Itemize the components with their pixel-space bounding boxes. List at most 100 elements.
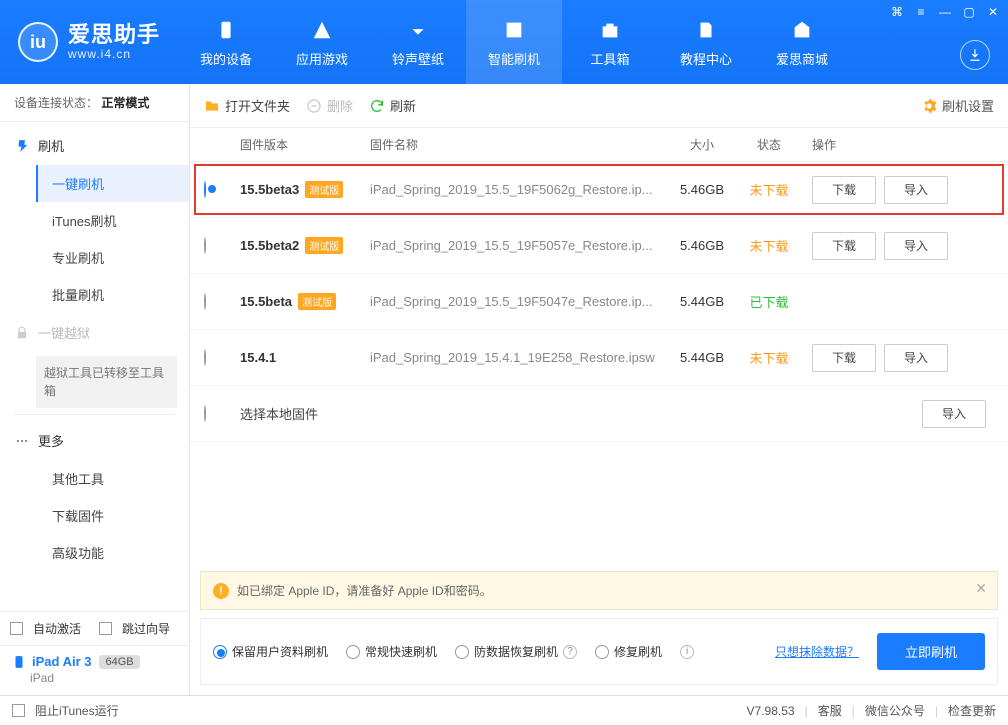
flash-now-button[interactable]: 立即刷机: [877, 633, 985, 670]
sidebar-group-jailbreak: 一键越狱: [0, 313, 189, 352]
beta-tag: 测试版: [298, 293, 336, 310]
sidebar-item[interactable]: 批量刷机: [36, 276, 189, 313]
app-title-cn: 爱思助手: [68, 23, 160, 47]
sidebar-item[interactable]: 一键刷机: [36, 165, 189, 202]
firmware-actions: 导入: [804, 400, 994, 428]
sidebar-item[interactable]: 专业刷机: [36, 239, 189, 276]
minimize-icon[interactable]: —: [936, 4, 954, 20]
version-label: V7.98.53: [747, 704, 795, 718]
alert-text: 如已绑定 Apple ID，请准备好 Apple ID和密码。: [237, 582, 492, 599]
firmware-row[interactable]: 15.5beta测试版iPad_Spring_2019_15.5_19F5047…: [190, 274, 1008, 330]
top-nav-item[interactable]: 铃声壁纸: [370, 0, 466, 84]
nav-label: 教程中心: [680, 49, 732, 68]
refresh-button[interactable]: 刷新: [369, 96, 416, 115]
auto-activate-label: 自动激活: [33, 620, 81, 637]
download-indicator[interactable]: [960, 40, 990, 70]
flash-option[interactable]: 保留用户资料刷机: [213, 643, 328, 660]
maximize-icon[interactable]: ▢: [960, 4, 978, 20]
sidebar-item[interactable]: iTunes刷机: [36, 202, 189, 239]
flash-option-radio[interactable]: [595, 645, 609, 659]
flash-option-radio[interactable]: [346, 645, 360, 659]
help-icon[interactable]: i: [680, 645, 694, 659]
auto-activate-row: 自动激活 跳过向导: [0, 611, 189, 645]
footer-bar: 阻止iTunes运行 V7.98.53 | 客服 | 微信公众号 | 检查更新: [0, 695, 1008, 725]
import-button[interactable]: 导入: [884, 344, 948, 372]
download-button[interactable]: 下载: [812, 344, 876, 372]
import-button[interactable]: 导入: [884, 232, 948, 260]
firmware-radio[interactable]: [204, 237, 206, 254]
top-nav-item[interactable]: 智能刷机: [466, 0, 562, 84]
download-button[interactable]: 下载: [812, 176, 876, 204]
flash-option-label: 修复刷机: [614, 643, 662, 660]
import-button[interactable]: 导入: [922, 400, 986, 428]
open-folder-button[interactable]: 打开文件夹: [204, 96, 290, 115]
sidebar-item[interactable]: 高级功能: [36, 534, 189, 571]
col-name: 固件名称: [370, 136, 670, 153]
toolbar: 打开文件夹 删除 刷新 刷机设置: [190, 84, 1008, 128]
winctrl-icon[interactable]: ⌘: [888, 4, 906, 20]
firmware-row[interactable]: 15.5beta2测试版iPad_Spring_2019_15.5_19F505…: [190, 218, 1008, 274]
folder-icon: [204, 98, 220, 114]
delete-label: 删除: [327, 96, 353, 115]
sidebar-group-flash[interactable]: 刷机: [0, 126, 189, 165]
sidebar-group-label: 一键越狱: [38, 323, 90, 342]
firmware-row[interactable]: 15.5beta3测试版iPad_Spring_2019_15.5_19F506…: [190, 162, 1008, 218]
skip-guide-checkbox[interactable]: [99, 622, 112, 635]
sidebar: 设备连接状态： 正常模式 刷机 一键刷机iTunes刷机专业刷机批量刷机 一键越…: [0, 84, 190, 695]
flash-option-radio[interactable]: [213, 645, 227, 659]
firmware-filename: iPad_Spring_2019_15.5_19F5047e_Restore.i…: [370, 294, 670, 309]
delete-button: 删除: [306, 96, 353, 115]
winctrl-icon[interactable]: ≡: [912, 4, 930, 20]
support-link[interactable]: 客服: [818, 702, 842, 719]
flash-option-label: 防数据恢复刷机: [474, 643, 558, 660]
nav-label: 智能刷机: [488, 49, 540, 68]
window-controls: ⌘ ≡ — ▢ ✕: [888, 4, 1002, 20]
app-logo-icon: iu: [18, 22, 58, 62]
sidebar-item[interactable]: 下载固件: [36, 497, 189, 534]
alert-close-icon[interactable]: ✕: [975, 580, 987, 597]
skip-guide-label: 跳过向导: [122, 620, 170, 637]
firmware-radio[interactable]: [204, 405, 206, 422]
top-nav-item[interactable]: 工具箱: [562, 0, 658, 84]
top-nav-item[interactable]: 教程中心: [658, 0, 754, 84]
sidebar-group-more[interactable]: 更多: [0, 421, 189, 460]
flash-option[interactable]: 防数据恢复刷机 ?: [455, 643, 577, 660]
erase-data-link[interactable]: 只想抹除数据？: [775, 643, 859, 660]
firmware-radio[interactable]: [204, 181, 206, 198]
beta-tag: 测试版: [305, 237, 343, 254]
top-nav-item[interactable]: 应用游戏: [274, 0, 370, 84]
footer-sep: |: [805, 704, 808, 718]
sidebar-item[interactable]: 其他工具: [36, 460, 189, 497]
nav-label: 铃声壁纸: [392, 49, 444, 68]
nav-label: 我的设备: [200, 49, 252, 68]
auto-activate-checkbox[interactable]: [10, 622, 23, 635]
device-info-panel[interactable]: iPad Air 3 64GB iPad: [0, 645, 189, 695]
firmware-row[interactable]: 15.4.1iPad_Spring_2019_15.4.1_19E258_Res…: [190, 330, 1008, 386]
download-button[interactable]: 下载: [812, 232, 876, 260]
device-type: iPad: [12, 671, 177, 685]
device-capacity: 64GB: [99, 655, 139, 669]
firmware-radio[interactable]: [204, 349, 206, 366]
flash-option[interactable]: 修复刷机: [595, 643, 662, 660]
firmware-radio[interactable]: [204, 293, 206, 310]
delete-icon: [306, 98, 322, 114]
flash-options-panel: 保留用户资料刷机 常规快速刷机 防数据恢复刷机 ? 修复刷机 i 只想抹除数据？ 立即…: [200, 618, 998, 685]
check-update-link[interactable]: 检查更新: [948, 702, 996, 719]
flash-settings-button[interactable]: 刷机设置: [921, 96, 994, 115]
help-icon[interactable]: ?: [563, 645, 577, 659]
close-icon[interactable]: ✕: [984, 4, 1002, 20]
flash-option-radio[interactable]: [455, 645, 469, 659]
wechat-link[interactable]: 微信公众号: [865, 702, 925, 719]
app-title-en: www.i4.cn: [68, 48, 160, 61]
top-nav-item[interactable]: 我的设备: [178, 0, 274, 84]
firmware-size: 5.46GB: [670, 238, 734, 253]
col-size: 大小: [670, 136, 734, 153]
top-nav-item[interactable]: 爱思商城: [754, 0, 850, 84]
firmware-actions: 下载导入: [804, 232, 994, 260]
import-button[interactable]: 导入: [884, 176, 948, 204]
block-itunes-checkbox[interactable]: [12, 704, 25, 717]
flash-option[interactable]: 常规快速刷机: [346, 643, 437, 660]
firmware-status: 未下载: [734, 180, 804, 199]
firmware-row[interactable]: 选择本地固件导入: [190, 386, 1008, 442]
nav-label: 应用游戏: [296, 49, 348, 68]
